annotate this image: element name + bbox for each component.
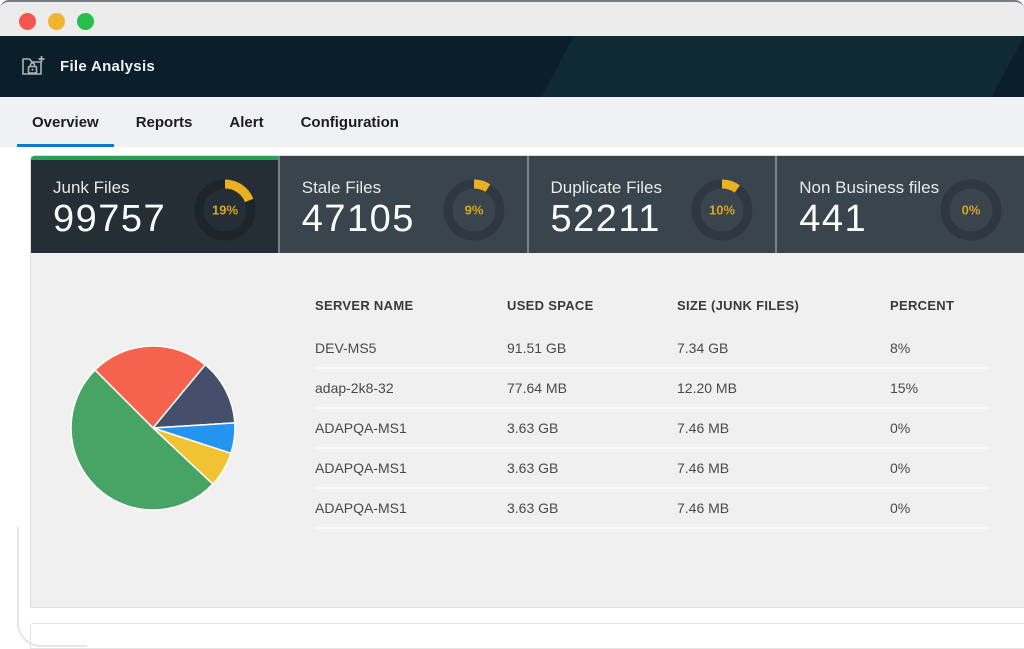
stat-card-junk-files[interactable]: Junk Files9975719% [31, 156, 278, 253]
percent-gauge: 0% [938, 177, 1004, 243]
close-window-button[interactable] [19, 13, 36, 30]
zoom-window-button[interactable] [77, 13, 94, 30]
table-cell: 7.46 MB [677, 500, 890, 516]
table-cell: adap-2k8-32 [315, 380, 507, 396]
column-header-server-name[interactable]: SERVER NAME [315, 298, 507, 313]
table-body: DEV-MS591.51 GB7.34 GB8%adap-2k8-3277.64… [315, 329, 990, 529]
table-row[interactable]: ADAPQA-MS13.63 GB7.46 MB0% [315, 409, 990, 449]
table-row[interactable]: DEV-MS591.51 GB7.34 GB8% [315, 329, 990, 369]
gauge-percent-label: 0% [962, 203, 981, 218]
table-cell: ADAPQA-MS1 [315, 420, 507, 436]
file-analysis-icon [21, 53, 48, 80]
table-cell: 0% [890, 460, 990, 476]
stat-cards-row: Junk Files9975719%Stale Files471059%Dupl… [31, 156, 1024, 253]
tab-alert[interactable]: Alert [214, 97, 278, 147]
table-cell: 0% [890, 500, 990, 516]
tab-label: Configuration [301, 114, 399, 131]
table-cell: 77.64 MB [507, 380, 677, 396]
table-cell: 7.46 MB [677, 460, 890, 476]
gauge-percent-label: 19% [212, 203, 238, 218]
table-header-row: SERVER NAMEUSED SPACESIZE (JUNK FILES)PE… [315, 291, 990, 319]
stat-card-duplicate-files[interactable]: Duplicate Files5221110% [529, 156, 776, 253]
gauge-percent-label: 10% [709, 203, 735, 218]
tab-label: Overview [32, 114, 99, 131]
app-header: File Analysis [0, 36, 1024, 97]
stat-card-non-business-files[interactable]: Non Business files4410% [777, 156, 1024, 253]
table-row[interactable]: adap-2k8-3277.64 MB12.20 MB15% [315, 369, 990, 409]
percent-gauge: 9% [441, 177, 507, 243]
gauge-percent-label: 9% [464, 203, 483, 218]
table-cell: 0% [890, 420, 990, 436]
traffic-lights [19, 13, 94, 30]
secondary-panel [30, 623, 1024, 649]
window-titlebar [0, 0, 1024, 36]
tab-reports[interactable]: Reports [121, 97, 208, 147]
minimize-window-button[interactable] [48, 13, 65, 30]
column-header-size-junk-files-[interactable]: SIZE (JUNK FILES) [677, 298, 890, 313]
table-cell: ADAPQA-MS1 [315, 500, 507, 516]
main-panel: Junk Files9975719%Stale Files471059%Dupl… [30, 155, 1024, 608]
table-cell: DEV-MS5 [315, 340, 507, 356]
column-header-percent[interactable]: PERCENT [890, 298, 990, 313]
table-cell: 15% [890, 380, 990, 396]
junk-files-table: SERVER NAMEUSED SPACESIZE (JUNK FILES)PE… [301, 253, 1024, 609]
app-window: File Analysis Overview Reports Alert Con… [0, 0, 1024, 648]
pie-chart [31, 253, 301, 609]
percent-gauge: 10% [689, 177, 755, 243]
tab-overview[interactable]: Overview [17, 97, 114, 147]
table-row[interactable]: ADAPQA-MS13.63 GB7.46 MB0% [315, 449, 990, 489]
table-row[interactable]: ADAPQA-MS13.63 GB7.46 MB0% [315, 489, 990, 529]
content-row: SERVER NAMEUSED SPACESIZE (JUNK FILES)PE… [31, 253, 1024, 609]
tab-label: Reports [136, 114, 193, 131]
table-cell: 91.51 GB [507, 340, 677, 356]
table-cell: 7.46 MB [677, 420, 890, 436]
page-title: File Analysis [60, 36, 155, 97]
stat-card-stale-files[interactable]: Stale Files471059% [280, 156, 527, 253]
table-cell: 3.63 GB [507, 420, 677, 436]
table-cell: ADAPQA-MS1 [315, 460, 507, 476]
pie-chart-svg [67, 342, 239, 514]
tab-label: Alert [229, 114, 263, 131]
percent-gauge: 19% [192, 177, 258, 243]
table-cell: 12.20 MB [677, 380, 890, 396]
tab-configuration[interactable]: Configuration [286, 97, 414, 147]
table-cell: 8% [890, 340, 990, 356]
table-cell: 3.63 GB [507, 460, 677, 476]
header-accent-slab [542, 36, 1024, 97]
tab-bar: Overview Reports Alert Configuration [0, 97, 1024, 147]
table-cell: 7.34 GB [677, 340, 890, 356]
table-cell: 3.63 GB [507, 500, 677, 516]
column-header-used-space[interactable]: USED SPACE [507, 298, 677, 313]
